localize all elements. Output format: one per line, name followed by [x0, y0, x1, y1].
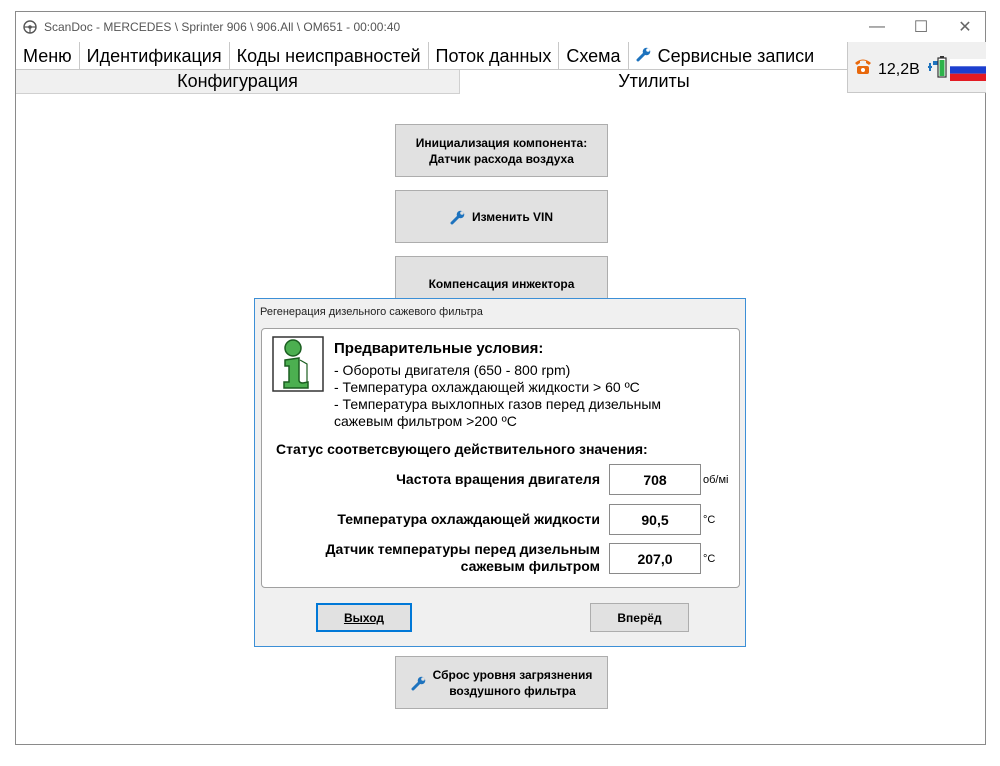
dpf-regeneration-dialog: Регенерация дизельного сажевого фильтра … — [254, 298, 746, 647]
menu-item-fault-codes[interactable]: Коды неисправностей — [230, 42, 429, 70]
service-records-label: Сервисные записи — [657, 46, 815, 66]
minimize-button[interactable]: — — [854, 15, 900, 39]
phone-icon — [855, 59, 871, 74]
menu-bar: Меню Идентификация Коды неисправностей П… — [16, 42, 848, 70]
injector-compensation-label: Компенсация инжектора — [428, 277, 575, 291]
change-vin-button[interactable]: Изменить VIN — [395, 190, 608, 243]
change-vin-label: Изменить VIN — [471, 209, 554, 224]
air-filter-reset-button[interactable]: Сброс уровня загрязнения воздушного филь… — [395, 656, 608, 709]
menu-item-service-records[interactable]: Сервисные записи — [629, 42, 822, 70]
exit-button-label: Выход — [343, 610, 385, 625]
next-button[interactable]: Вперёд — [590, 603, 689, 632]
engine-speed-value: 708 — [609, 464, 701, 495]
engine-speed-unit: об/мі — [703, 474, 729, 486]
battery-plug-icon — [928, 56, 947, 78]
menu-item-schema[interactable]: Схема — [559, 42, 629, 70]
exit-button[interactable]: Выход — [316, 603, 412, 632]
precondition-line: - Температура выхлопных газов перед дизе… — [334, 396, 662, 412]
status-title: Статус соответсвующего действительного з… — [276, 441, 648, 457]
wrench-icon — [411, 676, 425, 690]
next-button-label: Вперёд — [617, 610, 662, 625]
air-filter-reset-line2: воздушного фильтра — [449, 683, 576, 698]
maximize-button[interactable]: ☐ — [898, 15, 944, 39]
tab-configuration[interactable]: Конфигурация — [16, 70, 459, 94]
menu-item-data-stream[interactable]: Поток данных — [429, 42, 560, 70]
precondition-line: сажевым фильтром >200 ºC — [334, 413, 517, 429]
dialog-title: Регенерация дизельного сажевого фильтра — [260, 306, 483, 318]
coolant-temp-value: 90,5 — [609, 504, 701, 535]
russian-flag-icon[interactable] — [950, 59, 986, 81]
tab-utilities[interactable]: Утилиты — [459, 70, 848, 94]
steering-wheel-icon — [23, 20, 37, 34]
precondition-line: - Температура охлаждающей жидкости > 60 … — [334, 379, 640, 395]
window-title: ScanDoc - MERCEDES \ Sprinter 906 \ 906.… — [44, 20, 401, 34]
air-filter-reset-line1: Сброс уровня загрязнения — [432, 667, 593, 682]
status-panel: 12,2В — [847, 42, 986, 93]
dpf-temp-label-line1: Датчик температуры перед дизельным — [325, 541, 600, 557]
close-button[interactable]: ✕ — [942, 15, 988, 39]
menu-item-menu[interactable]: Меню — [16, 42, 80, 70]
engine-speed-label: Частота вращения двигателя — [396, 471, 600, 487]
sub-tabs: Конфигурация Утилиты — [16, 70, 848, 94]
coolant-temp-label: Температура охлаждающей жидкости — [337, 511, 600, 527]
wrench-icon — [636, 47, 650, 62]
title-bar: ScanDoc - MERCEDES \ Sprinter 906 \ 906.… — [16, 12, 985, 42]
info-icon — [272, 336, 324, 392]
init-component-line2: Датчик расхода воздуха — [429, 151, 574, 166]
dpf-temp-unit: °C — [703, 553, 716, 565]
precondition-line: - Обороты двигателя (650 - 800 rpm) — [334, 362, 571, 378]
voltage-readout: 12,2В — [878, 61, 920, 78]
menu-item-identification[interactable]: Идентификация — [80, 42, 230, 70]
coolant-temp-unit: °C — [703, 514, 716, 526]
init-component-button[interactable]: Инициализация компонента: Датчик расхода… — [395, 124, 608, 177]
wrench-icon — [450, 210, 465, 224]
dialog-content-group: Предварительные условия: - Обороты двига… — [261, 328, 740, 588]
dpf-temp-label-line2: сажевым фильтром — [460, 558, 600, 574]
preconditions-title: Предварительные условия: — [334, 340, 544, 357]
dpf-temp-value: 207,0 — [609, 543, 701, 574]
init-component-line1: Инициализация компонента: — [415, 135, 588, 150]
dpf-temp-label: Датчик температуры перед дизельным сажев… — [325, 541, 600, 575]
